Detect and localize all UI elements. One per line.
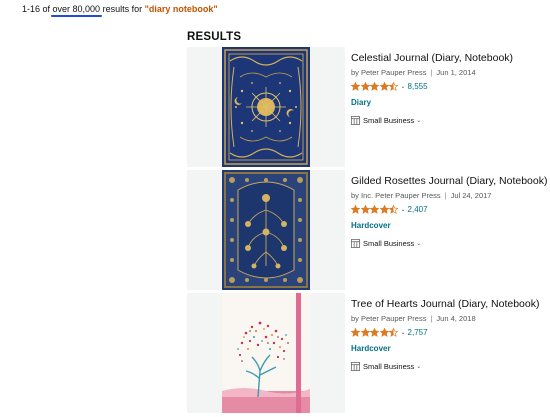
small-business-label: Small Business (363, 116, 415, 125)
rating-count[interactable]: 2,757 (408, 328, 428, 337)
author: by Peter Pauper Press (351, 68, 427, 77)
result-range: 1-16 of (22, 4, 53, 14)
storefront-icon (351, 362, 360, 371)
star-icon (360, 205, 370, 214)
chevron-down-icon[interactable]: ⌄ (416, 240, 421, 247)
storefront-icon (351, 116, 360, 125)
results-heading: RESULTS (187, 31, 242, 43)
publish-date: Jun 4, 2018 (436, 314, 476, 323)
star-rating[interactable] (351, 205, 399, 214)
product-title[interactable]: Gilded Rosettes Journal (Diary, Notebook… (351, 175, 550, 188)
small-business-badge[interactable]: Small Business ⌄ (351, 239, 550, 248)
publish-date: Jun 1, 2014 (436, 68, 476, 77)
star-rating[interactable] (351, 82, 399, 91)
star-icon (360, 82, 370, 91)
results-for-text: results for (100, 4, 145, 14)
star-icon (370, 205, 379, 214)
result-item-3: Tree of Hearts Journal (Diary, Notebook)… (187, 293, 550, 413)
tree-of-hearts-cover (222, 293, 310, 413)
rating-line: ⌄ 2,407 (351, 204, 550, 215)
chevron-down-icon[interactable]: ⌄ (416, 117, 421, 124)
search-query: "diary notebook" (144, 4, 218, 14)
star-icon (351, 82, 360, 91)
search-results-page: 1-16 of over 80,000 results for "diary n… (0, 0, 550, 417)
result-item-1: Celestial Journal (Diary, Notebook) by P… (187, 47, 550, 167)
celestial-journal-cover (222, 47, 310, 167)
format-link[interactable]: Hardcover (351, 221, 391, 230)
rating-line: ⌄ 2,757 (351, 327, 550, 338)
chevron-down-icon[interactable]: ⌄ (401, 83, 406, 90)
format-link[interactable]: Diary (351, 98, 371, 107)
product-byline: by Peter Pauper Press | Jun 4, 2018 (351, 314, 550, 323)
small-business-label: Small Business (363, 362, 415, 371)
result-total: over 80,000 (50, 4, 103, 17)
small-business-badge[interactable]: Small Business ⌄ (351, 362, 550, 371)
byline-separator: | (430, 314, 433, 323)
star-rating[interactable] (351, 328, 399, 337)
format-link[interactable]: Hardcover (351, 344, 391, 353)
author: by Peter Pauper Press (351, 314, 427, 323)
result-total-text: over 80,000 (52, 4, 101, 14)
product-byline: by Peter Pauper Press | Jun 1, 2014 (351, 68, 550, 77)
star-icon (389, 82, 398, 91)
result-count-bar: 1-16 of over 80,000 results for "diary n… (22, 4, 218, 17)
rating-count[interactable]: 8,555 (408, 82, 428, 91)
chevron-down-icon[interactable]: ⌄ (416, 363, 421, 370)
result-info: Tree of Hearts Journal (Diary, Notebook)… (351, 298, 550, 371)
small-business-badge[interactable]: Small Business ⌄ (351, 116, 550, 125)
star-icon (370, 328, 379, 337)
star-icon (379, 82, 389, 91)
product-byline: by Inc. Peter Pauper Press | Jul 24, 2017 (351, 191, 550, 200)
rating-line: ⌄ 8,555 (351, 81, 550, 92)
product-image-celestial[interactable] (187, 47, 345, 167)
star-icon (379, 328, 389, 337)
star-icon (379, 205, 389, 214)
author: by Inc. Peter Pauper Press (351, 191, 441, 200)
chevron-down-icon[interactable]: ⌄ (401, 206, 406, 213)
rating-count[interactable]: 2,407 (408, 205, 428, 214)
chevron-down-icon[interactable]: ⌄ (401, 329, 406, 336)
result-info: Celestial Journal (Diary, Notebook) by P… (351, 52, 550, 125)
product-image-tree-of-hearts[interactable] (187, 293, 345, 413)
star-icon (370, 82, 379, 91)
highlight-underline (50, 15, 103, 17)
small-business-label: Small Business (363, 239, 415, 248)
gilded-rosettes-cover (222, 170, 310, 290)
star-icon (351, 205, 360, 214)
byline-separator: | (430, 68, 433, 77)
result-item-2: Gilded Rosettes Journal (Diary, Notebook… (187, 170, 550, 290)
storefront-icon (351, 239, 360, 248)
star-icon (389, 328, 398, 337)
product-title[interactable]: Celestial Journal (Diary, Notebook) (351, 52, 550, 65)
publish-date: Jul 24, 2017 (450, 191, 492, 200)
product-image-gilded-rosettes[interactable] (187, 170, 345, 290)
byline-separator: | (444, 191, 447, 200)
star-icon (351, 328, 360, 337)
result-info: Gilded Rosettes Journal (Diary, Notebook… (351, 175, 550, 248)
product-title[interactable]: Tree of Hearts Journal (Diary, Notebook) (351, 298, 550, 311)
star-icon (360, 328, 370, 337)
star-icon (389, 205, 398, 214)
